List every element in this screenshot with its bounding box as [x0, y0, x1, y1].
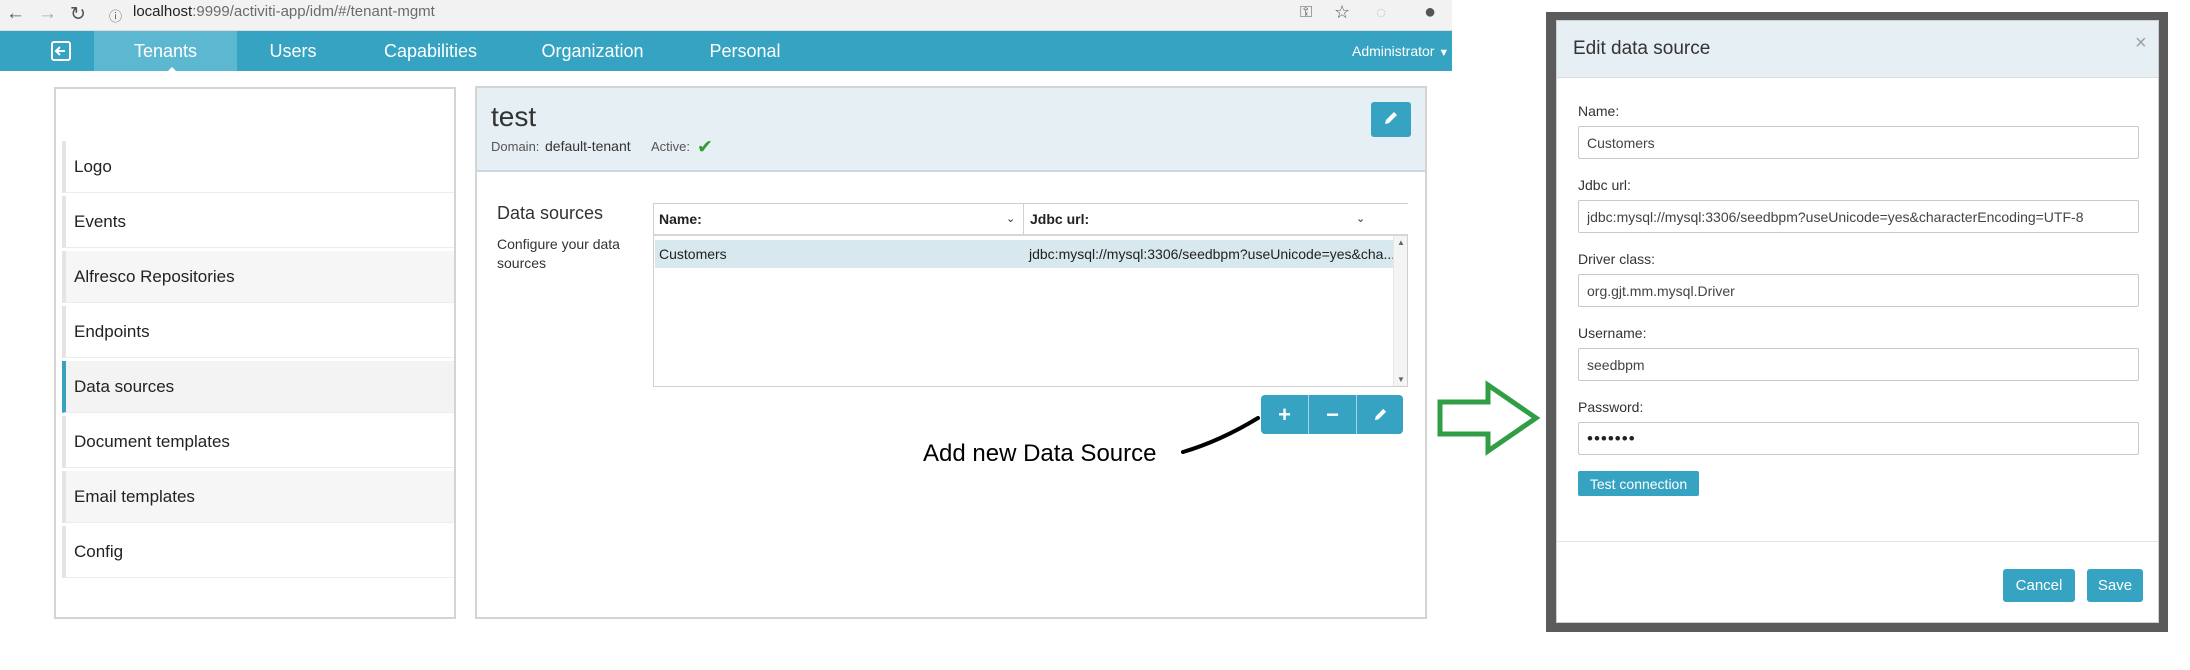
data-sources-table: Name: ⌄ Jdbc url: ⌄ Customers jdbc:mysql… — [653, 203, 1408, 387]
key-icon[interactable]: ⚿ — [1300, 4, 1312, 22]
edit-tenant-button[interactable] — [1371, 102, 1411, 137]
driver-class-field[interactable] — [1578, 274, 2139, 307]
forward-arrow-icon[interactable]: → — [38, 3, 57, 25]
name-field[interactable] — [1578, 126, 2139, 159]
username-field[interactable] — [1578, 348, 2139, 381]
user-menu[interactable]: Administrator ▼ — [1352, 43, 1449, 59]
logout-icon[interactable] — [38, 31, 84, 71]
scroll-down-icon[interactable]: ▼ — [1397, 375, 1405, 384]
star-icon[interactable]: ☆ — [1334, 2, 1350, 23]
sidebar-item-label: Email templates — [74, 487, 195, 506]
plus-icon: + — [1278, 402, 1291, 427]
sidebar-item-events[interactable]: Events — [62, 196, 454, 248]
test-connection-button[interactable]: Test connection — [1578, 471, 1699, 496]
pencil-icon — [1374, 408, 1387, 421]
browser-toolbar: ← → ↻ ⓘ localhost:9999/activiti-app/idm/… — [0, 0, 1452, 31]
sidebar-item-label: Alfresco Repositories — [74, 267, 235, 286]
reload-icon[interactable]: ↻ — [70, 3, 86, 26]
sidebar-item-config[interactable]: Config — [62, 526, 454, 578]
cell-name: Customers — [659, 246, 727, 262]
tab-personal[interactable]: Personal — [700, 31, 790, 71]
chevron-down-icon: ⌄ — [1006, 213, 1016, 225]
data-sources-subtitle: Configure your data sources — [497, 236, 620, 271]
tab-organization[interactable]: Organization — [530, 31, 655, 71]
tenant-detail-panel: test Domain: default-tenant Active: ✔ Da… — [475, 86, 1427, 619]
pencil-icon — [1385, 112, 1397, 124]
sidebar-item-logo[interactable]: Logo — [62, 141, 454, 193]
table-row[interactable]: Customers jdbc:mysql://mysql:3306/seedbp… — [655, 240, 1395, 268]
app-navbar: Tenants Users Capabilities Organization … — [0, 31, 1452, 74]
domain-label: Domain: — [491, 139, 540, 154]
sidebar-item-endpoints[interactable]: Endpoints — [62, 306, 454, 358]
tenant-name: test — [491, 101, 537, 132]
close-icon[interactable]: × — [2135, 32, 2147, 55]
column-header-name[interactable]: Name: ⌄ — [654, 204, 1024, 234]
minus-icon: − — [1326, 402, 1339, 427]
right-arrow-icon — [1437, 380, 1541, 456]
annotation-pointer — [1181, 416, 1260, 454]
dialog-title: Edit data source — [1573, 38, 1711, 59]
url-path: :9999/activiti-app/idm/#/tenant-mgmt — [192, 3, 435, 20]
tenant-header: test Domain: default-tenant Active: ✔ — [477, 88, 1425, 172]
sidebar-item-data-sources[interactable]: Data sources — [62, 361, 454, 413]
annotation-text: Add new Data Source — [923, 440, 1157, 467]
data-sources-heading: Data sources — [497, 203, 604, 223]
extension-icon[interactable]: ◌ — [1376, 3, 1386, 23]
edit-data-source-button[interactable] — [1357, 395, 1404, 434]
dialog-header: Edit data source × — [1557, 21, 2158, 78]
jdbc-url-label: Jdbc url: — [1578, 177, 1631, 193]
info-icon[interactable]: ⓘ — [109, 6, 122, 25]
sidebar-item-label: Endpoints — [74, 322, 150, 341]
sidebar-item-label: Logo — [74, 157, 112, 176]
name-label: Name: — [1578, 103, 1620, 119]
username-label: Username: — [1578, 325, 1647, 341]
tab-capabilities[interactable]: Capabilities — [373, 31, 488, 71]
sidebar-item-label: Events — [74, 212, 126, 231]
url-host: localhost — [133, 3, 193, 20]
active-label: Active: — [651, 139, 691, 154]
column-header-label: Name: — [659, 211, 702, 227]
cancel-button[interactable]: Cancel — [2003, 569, 2075, 602]
domain-value: default-tenant — [545, 138, 631, 154]
dialog-footer-divider — [1557, 541, 2158, 542]
check-icon: ✔ — [697, 137, 713, 158]
sidebar-item-document-templates[interactable]: Document templates — [62, 416, 454, 468]
table-scrollbar[interactable]: ▲ ▼ — [1393, 236, 1407, 386]
cell-jdbc-url: jdbc:mysql://mysql:3306/seedbpm?useUnico… — [1029, 246, 1396, 262]
column-header-label: Jdbc url: — [1030, 211, 1090, 227]
edit-data-source-dialog: Edit data source × Name: Jdbc url: Drive… — [1556, 20, 2159, 623]
back-arrow-icon[interactable]: ← — [6, 3, 25, 25]
sidebar-item-label: Data sources — [74, 377, 175, 396]
user-name: Administrator — [1352, 43, 1435, 59]
column-header-jdbc-url[interactable]: Jdbc url: ⌄ — [1024, 204, 1408, 234]
password-label: Password: — [1578, 399, 1644, 415]
sidebar-item-label: Document templates — [74, 432, 230, 451]
active-tab-caret — [165, 67, 179, 74]
add-data-source-button[interactable]: + — [1261, 395, 1308, 434]
sidebar-item-alfresco-repositories[interactable]: Alfresco Repositories — [62, 251, 454, 303]
tab-users[interactable]: Users — [253, 31, 333, 71]
sidebar-item-email-templates[interactable]: Email templates — [62, 471, 454, 523]
scroll-up-icon[interactable]: ▲ — [1397, 238, 1405, 247]
save-button[interactable]: Save — [2087, 569, 2143, 602]
driver-class-label: Driver class: — [1578, 251, 1656, 267]
account-icon[interactable]: ● — [1424, 1, 1436, 24]
password-field[interactable] — [1578, 422, 2139, 455]
address-bar[interactable]: localhost:9999/activiti-app/idm/#/tenant… — [133, 3, 435, 20]
remove-data-source-button[interactable]: − — [1309, 395, 1356, 434]
sidebar-item-label: Config — [74, 542, 124, 561]
tenant-sidebar: Logo Events Alfresco Repositories Endpoi… — [54, 87, 456, 619]
chevron-down-icon: ⌄ — [1356, 213, 1366, 225]
data-source-actions: + − — [1261, 395, 1403, 434]
chevron-down-icon: ▼ — [1438, 47, 1450, 59]
jdbc-url-field[interactable] — [1578, 200, 2139, 233]
header-divider — [654, 234, 1407, 236]
tab-tenants[interactable]: Tenants — [94, 31, 237, 71]
